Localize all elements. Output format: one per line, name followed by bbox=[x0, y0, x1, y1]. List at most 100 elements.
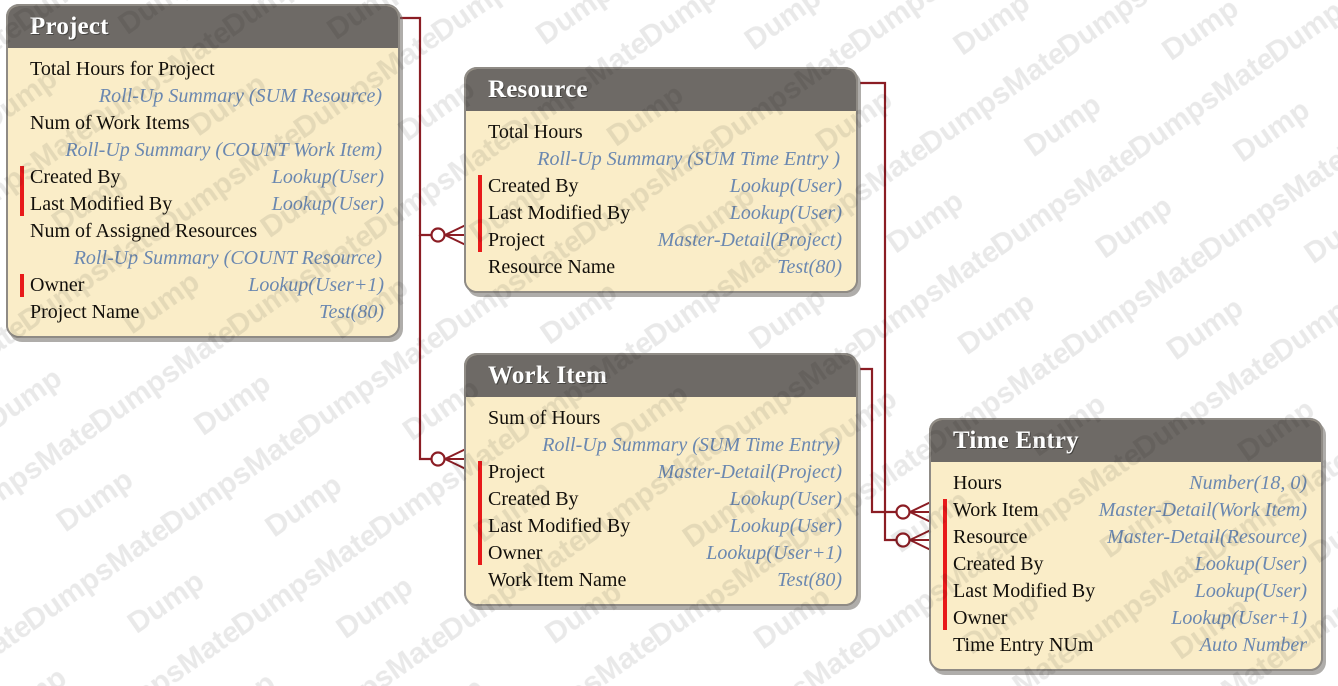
entity-project-fields: Total Hours for Project Roll-Up Summary (… bbox=[8, 48, 398, 336]
connector-work-item-time-entry bbox=[860, 367, 896, 514]
field-row[interactable]: Last Modified By Lookup(User) bbox=[466, 513, 856, 540]
entity-work-item[interactable]: Work Item Sum of Hours Roll-Up Summary (S… bbox=[464, 353, 858, 606]
field-type: Roll-Up Summary (SUM Resource) bbox=[98, 85, 382, 107]
field-row[interactable]: Owner Lookup(User+1) bbox=[466, 540, 856, 567]
field-row[interactable]: Hours Number(18, 0) bbox=[931, 470, 1321, 497]
required-field-marker bbox=[20, 274, 24, 297]
entity-resource-title: Resource bbox=[466, 69, 856, 111]
field-row[interactable]: Resource Master-Detail(Resource) bbox=[931, 524, 1321, 551]
field-name: Total Hours bbox=[488, 121, 583, 143]
field-type: Lookup(User) bbox=[729, 515, 842, 537]
field-type: Lookup(User) bbox=[1194, 553, 1307, 575]
entity-time-entry-fields: Hours Number(18, 0) Work Item Master-Detail… bbox=[931, 462, 1321, 669]
field-name: Created By bbox=[953, 553, 1044, 575]
field-row[interactable]: Created By Lookup(User) bbox=[466, 173, 856, 200]
optional-marker-time-entry-work-item bbox=[895, 504, 911, 520]
field-name: Project Name bbox=[30, 301, 140, 323]
field-type: Lookup(User) bbox=[271, 166, 384, 188]
field-type: Lookup(User+1) bbox=[248, 274, 384, 296]
field-row[interactable]: Total Hours Roll-Up Summary (SUM Time Ent… bbox=[466, 119, 856, 173]
field-name: Created By bbox=[488, 175, 579, 197]
field-name: Work Item bbox=[953, 499, 1039, 521]
field-name: Time Entry NUm bbox=[953, 634, 1094, 656]
field-name: Total Hours for Project bbox=[30, 58, 215, 80]
field-row[interactable]: Project Master-Detail(Project) bbox=[466, 459, 856, 486]
field-name: Project bbox=[488, 229, 545, 251]
field-type: Roll-Up Summary (SUM Time Entry) bbox=[542, 434, 840, 456]
optional-marker-time-entry-resource bbox=[895, 532, 911, 548]
field-name: Created By bbox=[488, 488, 579, 510]
field-name: Num of Assigned Resources bbox=[30, 220, 258, 242]
connector-project-work-item bbox=[418, 235, 432, 461]
field-name: Created By bbox=[30, 166, 121, 188]
field-row[interactable]: Project Name Test(80) bbox=[8, 299, 398, 326]
field-type: Master-Detail(Resource) bbox=[1107, 526, 1307, 548]
field-row[interactable]: Work Item Master-Detail(Work Item) bbox=[931, 497, 1321, 524]
field-row[interactable]: Created By Lookup(User) bbox=[466, 486, 856, 513]
field-row[interactable]: Num of Assigned Resources Roll-Up Summary… bbox=[8, 218, 398, 272]
field-row[interactable]: Last Modified By Lookup(User) bbox=[466, 200, 856, 227]
field-row[interactable]: Owner Lookup(User+1) bbox=[8, 272, 398, 299]
field-row[interactable]: Total Hours for Project Roll-Up Summary (… bbox=[8, 56, 398, 110]
optional-marker-resource bbox=[430, 227, 446, 243]
diagram-canvas: Project Total Hours for Project Roll-Up S… bbox=[0, 0, 1338, 686]
required-field-marker bbox=[478, 175, 482, 252]
field-type: Roll-Up Summary (SUM Time Entry ) bbox=[537, 148, 840, 170]
field-name: Resource Name bbox=[488, 256, 616, 278]
entity-work-item-title: Work Item bbox=[466, 355, 856, 397]
field-type: Roll-Up Summary (COUNT Work Item) bbox=[65, 139, 382, 161]
field-row[interactable]: Created By Lookup(User) bbox=[931, 551, 1321, 578]
field-name: Sum of Hours bbox=[488, 407, 601, 429]
field-row[interactable]: Created By Lookup(User) bbox=[8, 164, 398, 191]
required-field-marker bbox=[20, 166, 24, 216]
field-row[interactable]: Last Modified By Lookup(User) bbox=[8, 191, 398, 218]
field-row[interactable]: Project Master-Detail(Project) bbox=[466, 227, 856, 254]
entity-project-title: Project bbox=[8, 6, 398, 48]
field-name: Resource bbox=[953, 526, 1028, 548]
field-row[interactable]: Num of Work Items Roll-Up Summary (COUNT … bbox=[8, 110, 398, 164]
field-row[interactable]: Work Item Name Test(80) bbox=[466, 567, 856, 594]
field-name: Last Modified By bbox=[30, 193, 173, 215]
field-type: Lookup(User) bbox=[271, 193, 384, 215]
entity-project[interactable]: Project Total Hours for Project Roll-Up S… bbox=[6, 4, 400, 338]
entity-resource-fields: Total Hours Roll-Up Summary (SUM Time Ent… bbox=[466, 111, 856, 291]
field-row[interactable]: Sum of Hours Roll-Up Summary (SUM Time En… bbox=[466, 405, 856, 459]
field-name: Hours bbox=[953, 472, 1002, 494]
field-type: Test(80) bbox=[777, 256, 842, 278]
field-name: Last Modified By bbox=[488, 515, 631, 537]
field-type: Master-Detail(Project) bbox=[657, 461, 842, 483]
field-type: Test(80) bbox=[319, 301, 384, 323]
field-type: Lookup(User) bbox=[729, 175, 842, 197]
field-name: Last Modified By bbox=[488, 202, 631, 224]
optional-marker-work-item bbox=[430, 451, 446, 467]
field-name: Work Item Name bbox=[488, 569, 627, 591]
field-type: Master-Detail(Work Item) bbox=[1098, 499, 1307, 521]
field-name: Num of Work Items bbox=[30, 112, 190, 134]
field-type: Test(80) bbox=[777, 569, 842, 591]
field-type: Lookup(User) bbox=[729, 202, 842, 224]
field-type: Auto Number bbox=[1199, 634, 1307, 656]
entity-time-entry[interactable]: Time Entry Hours Number(18, 0) Work Item Ma… bbox=[929, 418, 1323, 671]
field-type: Roll-Up Summary (COUNT Resource) bbox=[73, 247, 382, 269]
entity-time-entry-title: Time Entry bbox=[931, 420, 1321, 462]
field-type: Lookup(User+1) bbox=[1171, 607, 1307, 629]
field-name: Last Modified By bbox=[953, 580, 1096, 602]
field-type: Master-Detail(Project) bbox=[657, 229, 842, 251]
field-type: Lookup(User) bbox=[729, 488, 842, 510]
field-type: Number(18, 0) bbox=[1189, 472, 1307, 494]
field-name: Project bbox=[488, 461, 545, 483]
field-row[interactable]: Resource Name Test(80) bbox=[466, 254, 856, 281]
entity-resource[interactable]: Resource Total Hours Roll-Up Summary (SUM… bbox=[464, 67, 858, 293]
field-type: Lookup(User) bbox=[1194, 580, 1307, 602]
field-name: Owner bbox=[30, 274, 85, 296]
field-type: Lookup(User+1) bbox=[706, 542, 842, 564]
connector-project-resource bbox=[398, 16, 432, 237]
connector-resource-time-entry bbox=[860, 81, 896, 542]
field-name: Owner bbox=[953, 607, 1008, 629]
field-row[interactable]: Last Modified By Lookup(User) bbox=[931, 578, 1321, 605]
field-row[interactable]: Time Entry NUm Auto Number bbox=[931, 632, 1321, 659]
field-row[interactable]: Owner Lookup(User+1) bbox=[931, 605, 1321, 632]
required-field-marker bbox=[943, 499, 947, 630]
entity-work-item-fields: Sum of Hours Roll-Up Summary (SUM Time En… bbox=[466, 397, 856, 604]
required-field-marker bbox=[478, 461, 482, 565]
